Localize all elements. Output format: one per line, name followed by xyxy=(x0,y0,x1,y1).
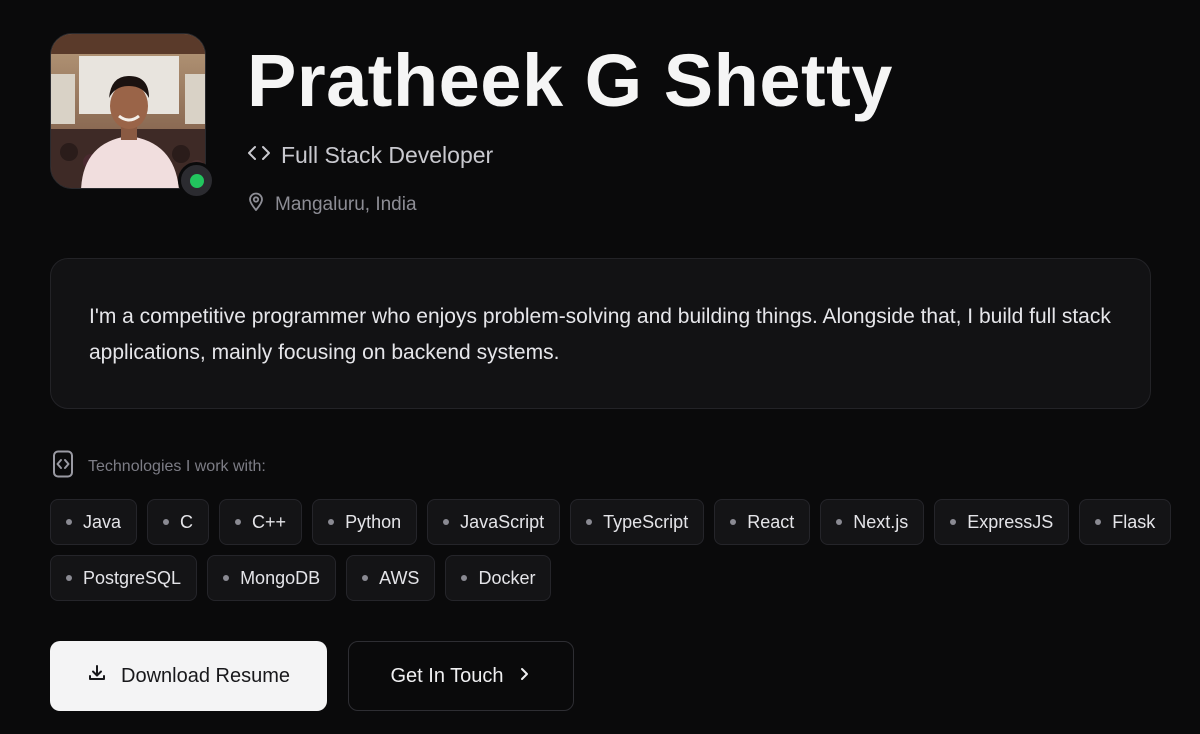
bullet-dot-icon xyxy=(328,519,335,525)
bullet-dot-icon xyxy=(950,519,957,525)
tech-chip-next-js: Next.js xyxy=(820,499,925,545)
bullet-dot-icon xyxy=(1095,519,1102,525)
bullet-dot-icon xyxy=(223,575,230,581)
tech-chip-aws: AWS xyxy=(346,555,436,601)
tech-heading: Technologies I work with: xyxy=(52,450,266,483)
tech-chip-flask: Flask xyxy=(1079,499,1172,545)
download-resume-button[interactable]: Download Resume xyxy=(50,641,327,711)
tech-chip-mongodb: MongoDB xyxy=(207,555,337,601)
location-label: Mangaluru, India xyxy=(275,194,417,215)
bio-card: I'm a competitive programmer who enjoys … xyxy=(50,258,1151,409)
avatar xyxy=(50,33,206,189)
tech-chip-react: React xyxy=(714,499,811,545)
avatar-container xyxy=(50,33,215,199)
tech-chip-c: C xyxy=(147,499,210,545)
download-icon xyxy=(87,663,107,689)
bullet-dot-icon xyxy=(362,575,369,581)
bullet-dot-icon xyxy=(443,519,450,525)
tech-chip-label: C++ xyxy=(252,511,287,532)
tech-chip-label: React xyxy=(747,511,795,532)
tech-chip-label: Python xyxy=(345,511,402,532)
tech-chip-label: Java xyxy=(83,511,122,532)
tech-chip-label: C xyxy=(180,511,194,532)
tech-chip-python: Python xyxy=(312,499,418,545)
tech-chip-label: MongoDB xyxy=(240,567,321,588)
tech-chip-label: ExpressJS xyxy=(967,511,1054,532)
tech-chip-java: Java xyxy=(50,499,138,545)
tech-chip-label: Flask xyxy=(1112,511,1156,532)
bullet-dot-icon xyxy=(66,519,72,525)
tech-chip-label: PostgreSQL xyxy=(83,567,182,588)
bullet-dot-icon xyxy=(836,519,843,525)
tech-chip-postgresql: PostgreSQL xyxy=(50,555,198,601)
tech-chip-label: Docker xyxy=(478,567,536,588)
tech-chip-label: Next.js xyxy=(853,511,909,532)
get-in-touch-button[interactable]: Get In Touch xyxy=(348,641,574,711)
bio-text: I'm a competitive programmer who enjoys … xyxy=(89,305,1111,364)
tech-chip-label: AWS xyxy=(379,567,420,588)
tech-chips-row-2: PostgreSQL MongoDB AWS Docker xyxy=(50,555,552,601)
tech-chip-label: JavaScript xyxy=(460,511,545,532)
profile-location: Mangaluru, India xyxy=(247,192,417,218)
role-label: Full Stack Developer xyxy=(281,142,494,168)
bullet-dot-icon xyxy=(163,519,170,525)
tech-chip-label: TypeScript xyxy=(603,511,689,532)
bullet-dot-icon xyxy=(461,575,468,581)
bullet-dot-icon xyxy=(235,519,242,525)
tech-chip-javascript: JavaScript xyxy=(427,499,561,545)
profile-name: Pratheek G Shetty xyxy=(247,39,893,122)
bullet-dot-icon xyxy=(730,519,737,525)
portfolio-hero: Pratheek G Shetty Full Stack Developer M… xyxy=(0,0,1200,734)
download-resume-label: Download Resume xyxy=(121,664,290,687)
tech-chip-c-: C++ xyxy=(219,499,303,545)
get-in-touch-label: Get In Touch xyxy=(390,664,504,687)
tech-chip-typescript: TypeScript xyxy=(570,499,705,545)
code-brackets-icon xyxy=(247,142,271,169)
bullet-dot-icon xyxy=(66,575,72,581)
tech-chips-row-1: Java C C++ Python JavaScript TypeScript React N… xyxy=(50,499,1172,545)
code-file-icon xyxy=(52,450,74,483)
online-status-indicator xyxy=(178,162,215,199)
tech-chip-expressjs: ExpressJS xyxy=(934,499,1070,545)
tech-chip-docker: Docker xyxy=(445,555,552,601)
chevron-right-icon xyxy=(518,665,532,688)
avatar-photo xyxy=(51,34,205,188)
bullet-dot-icon xyxy=(586,519,593,525)
tech-heading-label: Technologies I work with: xyxy=(88,457,266,475)
status-dot-icon xyxy=(189,173,204,188)
map-pin-icon xyxy=(247,192,265,218)
profile-role: Full Stack Developer xyxy=(247,142,493,169)
